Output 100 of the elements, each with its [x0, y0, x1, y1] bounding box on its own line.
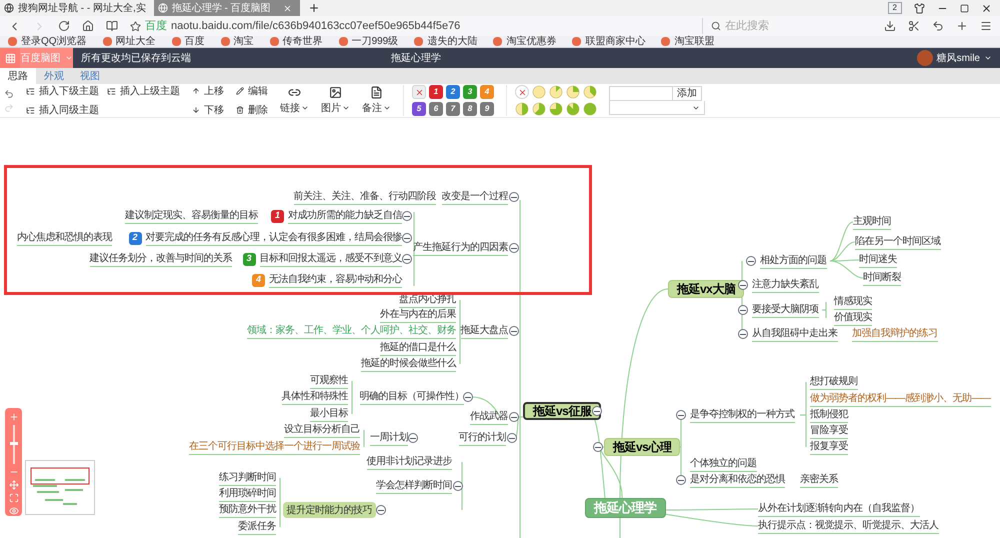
edit-button[interactable]: 编辑	[236, 84, 268, 98]
collapse-toggle[interactable]	[676, 475, 686, 485]
topic-node[interactable]: 报复享受	[810, 440, 848, 454]
topic-node[interactable]: 目标和回报太遥远，感受不到意义	[260, 252, 402, 266]
topic-node[interactable]: 建议任务划分，改善与时间的关系	[90, 252, 232, 266]
insert-menu-button[interactable]: 链接	[280, 86, 309, 116]
topic-node[interactable]: 外在与内在的后果	[380, 308, 456, 322]
insert-topic-button[interactable]: 插入同级主题	[26, 102, 99, 118]
caret-icon[interactable]	[984, 54, 992, 62]
resource-field[interactable]	[609, 86, 673, 101]
reload-icon[interactable]	[58, 20, 70, 32]
topic-node[interactable]: 前关注、关注、准备、行动四阶段	[294, 190, 436, 204]
priority-button[interactable]: 1	[429, 85, 443, 99]
topic-node[interactable]: 无法自我约束，容易冲动和分心	[269, 272, 402, 288]
topic-node[interactable]: 使用非计划记录进步	[366, 454, 452, 470]
user-menu[interactable]: 糖风smile	[936, 50, 980, 66]
ribbon-tab[interactable]: 视图	[72, 68, 108, 84]
fullscreen-icon[interactable]	[8, 493, 18, 504]
collapse-toggle[interactable]	[509, 412, 519, 422]
collapse-toggle[interactable]	[408, 433, 418, 443]
topic-node[interactable]: 相处方面的问题	[760, 254, 826, 268]
priority-button[interactable]: 2	[446, 85, 460, 99]
topic-node[interactable]: 最小目标	[310, 406, 348, 422]
address-text[interactable]: naotu.baidu.com/file/c636b940163cc07eef50e965b44f5e76	[171, 18, 460, 34]
collapse-toggle[interactable]	[507, 433, 517, 443]
book-icon[interactable]	[106, 20, 118, 32]
bookmark-link[interactable]: 联盟商家中心	[572, 36, 646, 48]
topic-node[interactable]: 想打破规则	[810, 374, 858, 390]
topic-node[interactable]: 对要完成的任务有反感心理，认定会有很多困难，结局会很惨	[146, 230, 402, 246]
topic-node[interactable]: 学会怎样判断时间	[376, 478, 452, 494]
bookmark-link[interactable]: 百度	[172, 36, 205, 48]
star-icon[interactable]	[130, 20, 141, 32]
topic-node[interactable]: 拖延的借口是什么	[380, 340, 456, 356]
topic-node[interactable]: 改变是一个过程	[442, 190, 508, 204]
zoom-thumb[interactable]	[10, 442, 18, 445]
collapse-toggle[interactable]	[738, 329, 748, 339]
topic-node[interactable]: 加强自我辩护的练习	[852, 326, 938, 342]
new-tab-icon[interactable]	[308, 2, 320, 14]
menu-icon[interactable]	[980, 20, 992, 32]
topic-node[interactable]: 作战武器	[470, 410, 508, 424]
edit-button[interactable]: 删除	[236, 102, 268, 118]
priority-button[interactable]: 8	[463, 102, 477, 116]
bookmark-link[interactable]: 淘宝优惠券	[493, 36, 556, 48]
close-icon[interactable]	[981, 2, 992, 14]
topic-node[interactable]: 一周计划	[370, 430, 408, 446]
move-button[interactable]: 上移	[192, 84, 224, 98]
move-button[interactable]: 下移	[192, 102, 224, 118]
priority-button[interactable]: 6	[429, 102, 443, 116]
collapse-toggle[interactable]	[509, 243, 519, 253]
collapse-toggle[interactable]	[402, 211, 412, 221]
maximize-icon[interactable]	[960, 4, 969, 12]
topic-node[interactable]: 注意力缺失紊乱	[752, 278, 818, 292]
plus-icon[interactable]	[956, 20, 968, 32]
shirt-icon[interactable]	[914, 2, 925, 14]
collapse-toggle[interactable]	[463, 392, 473, 402]
insert-menu-button[interactable]: 备注	[362, 86, 391, 116]
bookmark-link[interactable]: 传奇世界	[270, 36, 323, 48]
topic-node[interactable]: 内心焦虑和恐惧的表现	[17, 230, 112, 246]
collapse-toggle[interactable]	[593, 442, 603, 452]
collapse-toggle[interactable]	[738, 280, 748, 290]
collapse-toggle[interactable]	[509, 192, 519, 202]
topic-node[interactable]: 明确的目标（可操作性）	[360, 390, 464, 404]
undo-icon[interactable]	[932, 20, 944, 32]
tab-count[interactable]: 2	[888, 2, 902, 14]
topic-node[interactable]: 可观察性	[310, 374, 348, 388]
priority-button[interactable]: 7	[446, 102, 460, 116]
topic-node[interactable]: 是争夺控制权的一种方式	[690, 408, 794, 422]
topic-node[interactable]: 价值现实	[834, 310, 872, 326]
bookmark-link[interactable]: 一刀999级	[338, 36, 398, 48]
ribbon-tab[interactable]: 思路	[0, 68, 36, 84]
insert-topic-button[interactable]: 插入上级主题	[107, 84, 180, 98]
topic-node[interactable]: 是对分离和依恋的恐惧	[690, 472, 785, 488]
bookmark-link[interactable]: 淘宝	[220, 36, 254, 48]
collapse-toggle[interactable]	[738, 305, 748, 315]
topic-node[interactable]: 从外在计划逐渐转向内在（自我监督）	[758, 502, 920, 516]
download-icon[interactable]	[884, 20, 896, 32]
topic-node[interactable]: 做为弱势者的权利——感到渺小、无助——	[810, 392, 990, 406]
topic-node[interactable]: 提升定时能力的技巧	[282, 502, 376, 518]
topic-node[interactable]: 可行的计划	[458, 430, 506, 446]
browser-tab[interactable]: 搜狗网址导航 - - 网址大全,实	[0, 0, 154, 16]
collapse-toggle[interactable]	[746, 256, 756, 266]
topic-node[interactable]: 利用琐碎时间	[219, 486, 276, 502]
topic-node[interactable]: 预防意外干扰	[219, 502, 276, 518]
apps-button[interactable]	[0, 48, 20, 68]
topic-node[interactable]: 抵制侵犯	[810, 408, 848, 422]
topic-node[interactable]: 执行提示点：视觉提示、听觉提示、大活人	[758, 518, 938, 534]
collapse-toggle[interactable]	[592, 406, 602, 416]
minimap[interactable]	[25, 460, 95, 515]
topic-node[interactable]: 时间迷失	[859, 252, 897, 268]
zoom-in-icon[interactable]	[8, 412, 18, 422]
main-topic[interactable]: 拖延vs征服	[523, 402, 602, 420]
ribbon-tab[interactable]: 外观	[36, 68, 72, 84]
home-icon[interactable]	[82, 20, 94, 32]
topic-node[interactable]: 时间断裂	[863, 270, 901, 286]
collapse-toggle[interactable]	[376, 505, 386, 515]
priority-button[interactable]: 9	[480, 102, 494, 116]
clear-progress-icon[interactable]	[515, 85, 529, 99]
clear-priority-icon[interactable]	[412, 85, 426, 99]
priority-button[interactable]: 5	[412, 102, 426, 116]
insert-topic-button[interactable]: 插入下级主题	[26, 84, 99, 98]
